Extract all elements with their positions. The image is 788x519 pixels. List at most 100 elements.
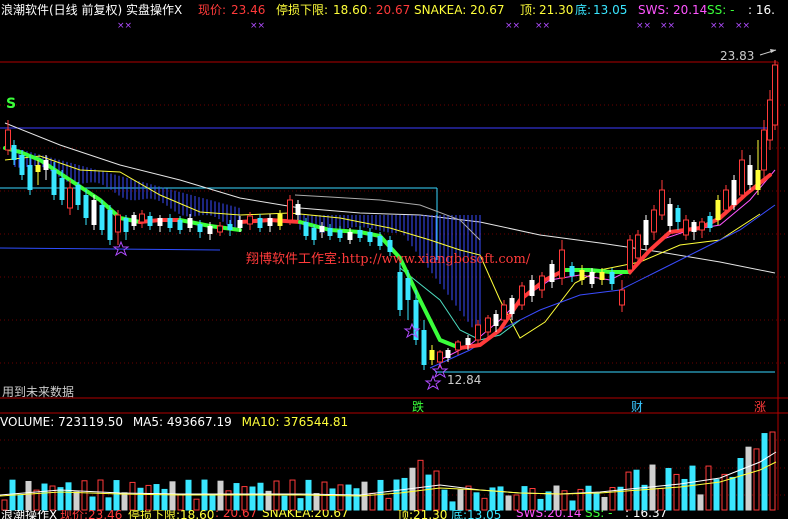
candle-body — [347, 232, 353, 240]
candle-body — [589, 272, 595, 284]
signal-labels: 跌 财 涨 — [412, 399, 766, 414]
candle-body — [327, 228, 333, 236]
indicator-footer: 浪潮操作X 现价:23.46 停损下限:18.60 : 20.67 SNAKEA… — [0, 510, 788, 519]
candle-body — [429, 350, 435, 360]
volume-bar — [313, 493, 320, 511]
candle-body — [715, 200, 721, 220]
candle-body — [465, 338, 471, 345]
candle-body — [387, 240, 393, 252]
volume-bar — [537, 498, 544, 511]
candle-body — [43, 160, 49, 170]
candle-body — [699, 221, 705, 231]
candle-body — [755, 170, 761, 190]
trend-segment — [563, 268, 632, 274]
volume-bar — [281, 495, 288, 511]
trend-segment — [3, 146, 142, 224]
mark: ×× — [660, 21, 675, 31]
footer-title: 浪潮操作X — [1, 510, 58, 519]
candle-body — [147, 216, 153, 226]
footer-ss: SS: - — [585, 510, 613, 519]
mark: ×× — [505, 21, 520, 31]
volume-value: VOLUME: 723119.50 — [0, 415, 123, 429]
volume-bar — [745, 446, 752, 511]
footer-bottom: 底:13.05 — [451, 510, 502, 519]
volume-bar — [657, 488, 664, 511]
candle-body — [549, 264, 555, 282]
candle-body — [51, 170, 57, 195]
volume-bar — [137, 487, 144, 511]
volume-bar — [233, 483, 240, 511]
candle-body — [723, 189, 729, 211]
volume-bar — [97, 479, 104, 511]
volume-bar — [161, 488, 168, 511]
volume-bar — [169, 481, 176, 511]
candle-body — [651, 209, 657, 233]
candle-body — [91, 200, 97, 225]
footer-top: 顶:21.30 — [397, 510, 448, 519]
volume-bar — [145, 484, 152, 511]
candle-body — [731, 180, 737, 205]
volume-bar — [673, 473, 680, 511]
candle-body — [707, 216, 713, 228]
volume-bar — [113, 480, 120, 511]
blue-level — [0, 247, 221, 251]
candle-body — [683, 219, 689, 236]
footer-price: 现价:23.46 — [60, 510, 123, 519]
candle-body — [377, 236, 383, 246]
candle-body — [287, 199, 293, 221]
volume-bar — [585, 485, 592, 511]
volume-bar — [257, 482, 264, 511]
volume-bar — [393, 479, 400, 511]
candle-body — [115, 214, 121, 233]
volume-bar — [505, 495, 512, 511]
kline-chart: ×× ×× ×× ×× ×× ×× ×× ×× 23.83 12.84 S 翔博… — [0, 21, 788, 511]
volume-bar — [121, 492, 128, 511]
volume-bar — [177, 493, 184, 511]
volume-bar — [417, 459, 424, 511]
candle-body — [739, 159, 745, 196]
volume-bar — [153, 484, 160, 511]
star-icon — [424, 374, 442, 391]
volume-bar — [729, 476, 736, 511]
candle-body — [539, 275, 545, 291]
candle-body — [357, 230, 363, 238]
candle-body — [747, 165, 753, 185]
candle-body — [559, 249, 565, 279]
volume-bar — [737, 458, 744, 511]
candle-body — [659, 189, 665, 216]
candle-body — [619, 289, 625, 306]
candle-body — [337, 230, 343, 238]
candle-body — [569, 266, 575, 276]
volume-bar — [665, 467, 672, 511]
volume-bar — [369, 492, 376, 511]
footer-snake: SNAKEA:20.67 — [262, 510, 349, 519]
candle-body — [767, 99, 773, 141]
volume-bar — [353, 488, 360, 511]
volume-bar — [553, 485, 560, 511]
candle-body — [35, 165, 41, 172]
candle-body — [139, 213, 145, 223]
volume-bar — [497, 486, 504, 511]
candle-body — [99, 205, 105, 230]
candle-body — [75, 185, 81, 205]
volume-bar — [273, 480, 280, 511]
volume-bar — [249, 486, 256, 511]
mark: ×× — [636, 21, 651, 31]
candle-body — [475, 324, 481, 341]
candle-body — [761, 129, 767, 171]
volume-bar — [25, 480, 32, 511]
candle-body — [421, 330, 427, 365]
footer-stop: 停损下限:18.60 — [128, 510, 215, 519]
candle-body — [177, 220, 183, 230]
volume-bar — [769, 431, 776, 511]
footer-stop-high: : 20.67 — [215, 510, 258, 519]
volume-bar — [513, 494, 520, 511]
volume-bars — [1, 431, 776, 511]
candle-body — [579, 270, 585, 280]
candle-body — [107, 210, 113, 240]
candle-body — [267, 218, 273, 226]
volume-bar — [457, 489, 464, 511]
volume-bar — [105, 497, 112, 511]
candle-body — [207, 226, 213, 234]
mark: ×× — [250, 21, 265, 31]
